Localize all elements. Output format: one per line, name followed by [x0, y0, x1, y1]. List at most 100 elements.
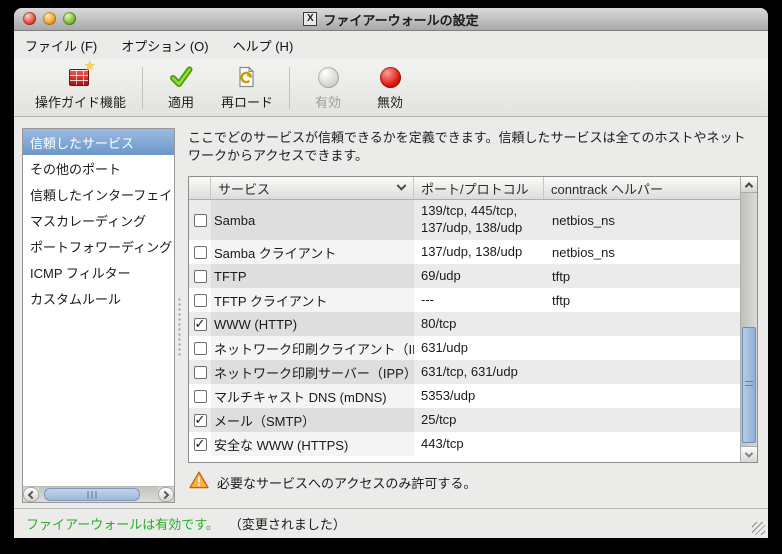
service-checkbox[interactable]	[194, 294, 207, 307]
table-row[interactable]: TFTP クライアント --- tftp	[189, 288, 740, 312]
table-row[interactable]: メール（SMTP） 25/tcp	[189, 408, 740, 432]
apply-button[interactable]: 適用	[150, 64, 212, 111]
menubar: ファイル (F) オプション (O) ヘルプ (H)	[14, 31, 768, 59]
service-checkbox[interactable]	[194, 318, 207, 331]
statusbar: ファイアーウォールは有効です。 （変更されました）	[14, 508, 768, 538]
table-row[interactable]: Samba 139/tcp, 445/tcp, 137/udp, 138/udp…	[189, 200, 740, 240]
sidebar-item-icmp-filter[interactable]: ICMP フィルター	[23, 259, 174, 285]
main-panel: ここでどのサービスが信頼できるかを定義できます。信頼したサービスは全てのホストや…	[186, 128, 758, 503]
chevron-down-icon	[745, 449, 753, 457]
service-helper	[544, 432, 740, 456]
scroll-left-button[interactable]	[23, 487, 39, 502]
table-vertical-scrollbar[interactable]	[740, 177, 757, 462]
chevron-left-icon	[28, 490, 36, 498]
service-name: 安全な WWW (HTTPS)	[211, 432, 414, 456]
service-checkbox[interactable]	[194, 270, 207, 283]
service-helper	[544, 312, 740, 336]
service-ports: 139/tcp, 445/tcp, 137/udp, 138/udp	[414, 200, 544, 240]
status-changed-text: （変更されました）	[229, 514, 346, 533]
service-ports: 25/tcp	[414, 408, 544, 432]
scroll-up-button[interactable]	[741, 177, 757, 193]
header-ports[interactable]: ポート/プロトコル	[414, 177, 544, 199]
wizard-button[interactable]: ★ 操作ガイド機能	[26, 64, 135, 111]
service-checkbox[interactable]	[194, 246, 207, 259]
service-helper	[544, 408, 740, 432]
service-helper: tftp	[544, 288, 740, 312]
service-checkbox[interactable]	[194, 366, 207, 379]
wizard-button-label: 操作ガイド機能	[35, 92, 126, 111]
sidebar-item-other-ports[interactable]: その他のポート	[23, 155, 174, 181]
scrollbar-thumb[interactable]	[742, 327, 756, 443]
table-row[interactable]: ネットワーク印刷クライアント（IPP） 631/udp	[189, 336, 740, 360]
scrollbar-thumb[interactable]	[44, 488, 140, 501]
sort-descending-icon	[397, 180, 407, 190]
apply-button-label: 適用	[168, 92, 194, 111]
sidebar-item-masquerading[interactable]: マスカレーディング	[23, 207, 174, 233]
service-ports: 137/udp, 138/udp	[414, 240, 544, 264]
chevron-right-icon	[161, 490, 169, 498]
sidebar-item-port-forwarding[interactable]: ポートフォワーディング	[23, 233, 174, 259]
firewall-config-window: X ファイアーウォールの設定 ファイル (F) オプション (O) ヘルプ (H…	[14, 8, 768, 538]
service-name: Samba クライアント	[211, 240, 414, 264]
sidebar-horizontal-scrollbar[interactable]	[23, 486, 174, 502]
sidebar-item-custom-rules[interactable]: カスタムルール	[23, 285, 174, 311]
table-row[interactable]: TFTP 69/udp tftp	[189, 264, 740, 288]
minimize-window-button[interactable]	[43, 12, 56, 25]
window-resize-grip[interactable]	[752, 522, 765, 535]
service-name: ネットワーク印刷サーバー（IPP）	[211, 360, 414, 384]
service-ports: 69/udp	[414, 264, 544, 288]
close-window-button[interactable]	[23, 12, 36, 25]
scroll-right-button[interactable]	[158, 487, 174, 502]
header-checkbox-column	[189, 177, 211, 199]
table-row[interactable]: WWW (HTTP) 80/tcp	[189, 312, 740, 336]
apply-check-icon	[169, 64, 193, 90]
service-checkbox[interactable]	[194, 414, 207, 427]
header-service[interactable]: サービス	[211, 177, 414, 199]
reload-icon	[235, 64, 259, 90]
enable-button-label: 有効	[315, 92, 341, 111]
service-checkbox[interactable]	[194, 438, 207, 451]
table-row[interactable]: マルチキャスト DNS (mDNS) 5353/udp	[189, 384, 740, 408]
table-row[interactable]: Samba クライアント 137/udp, 138/udp netbios_ns	[189, 240, 740, 264]
scrollbar-track[interactable]	[741, 193, 757, 446]
service-name: WWW (HTTP)	[211, 312, 414, 336]
header-conntrack-helper[interactable]: conntrack ヘルパー	[544, 177, 740, 199]
service-name: マルチキャスト DNS (mDNS)	[211, 384, 414, 408]
service-ports: 631/tcp, 631/udp	[414, 360, 544, 384]
warning-text: 必要なサービスへのアクセスのみ許可する。	[217, 473, 476, 492]
service-ports: 5353/udp	[414, 384, 544, 408]
menu-options[interactable]: オプション (O)	[121, 36, 208, 55]
menu-file[interactable]: ファイル (F)	[25, 36, 97, 55]
scrollbar-track[interactable]	[39, 487, 158, 502]
titlebar: X ファイアーウォールの設定	[14, 8, 768, 31]
scroll-down-button[interactable]	[741, 446, 757, 462]
content-area: 信頼したサービス その他のポート 信頼したインターフェイ マスカレーディング ポ…	[14, 117, 768, 508]
toolbar-separator	[142, 67, 143, 109]
warning-row: 必要なサービスへのアクセスのみ許可する。	[189, 471, 476, 494]
service-checkbox[interactable]	[194, 214, 207, 227]
chevron-up-icon	[745, 182, 753, 190]
service-ports: 80/tcp	[414, 312, 544, 336]
service-ports: ---	[414, 288, 544, 312]
window-title-group: X ファイアーウォールの設定	[303, 10, 478, 29]
firewall-wizard-icon: ★	[68, 64, 94, 90]
service-name: ネットワーク印刷クライアント（IPP）	[211, 336, 414, 360]
enable-sphere-icon	[318, 64, 339, 90]
disable-button[interactable]: 無効	[359, 64, 421, 111]
window-title: ファイアーウォールの設定	[323, 10, 478, 29]
service-checkbox[interactable]	[194, 342, 207, 355]
table-row[interactable]: 安全な WWW (HTTPS) 443/tcp	[189, 432, 740, 456]
enable-button: 有効	[297, 64, 359, 111]
reload-button-label: 再ロード	[221, 92, 273, 111]
service-helper	[544, 384, 740, 408]
sidebar-item-trusted-interfaces[interactable]: 信頼したインターフェイ	[23, 181, 174, 207]
section-description: ここでどのサービスが信頼できるかを定義できます。信頼したサービスは全てのホストや…	[186, 128, 758, 165]
table-row[interactable]: ネットワーク印刷サーバー（IPP） 631/tcp, 631/udp	[189, 360, 740, 384]
menu-help[interactable]: ヘルプ (H)	[233, 36, 294, 55]
sidebar-item-trusted-services[interactable]: 信頼したサービス	[23, 129, 174, 155]
service-checkbox[interactable]	[194, 390, 207, 403]
pane-splitter-handle[interactable]	[177, 297, 182, 357]
zoom-window-button[interactable]	[63, 12, 76, 25]
service-ports: 443/tcp	[414, 432, 544, 456]
reload-button[interactable]: 再ロード	[212, 64, 282, 111]
